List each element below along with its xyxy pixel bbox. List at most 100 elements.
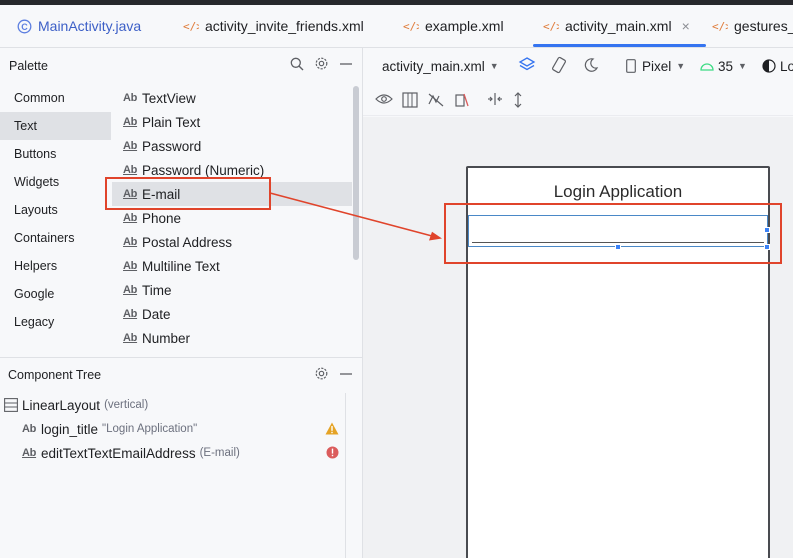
text-widget-icon: Ab — [123, 92, 138, 104]
palette-item-multiline-text[interactable]: Ab Multiline Text — [112, 254, 352, 278]
device-selector[interactable]: Pixel ▼ — [626, 48, 685, 84]
palette-item-label: Date — [142, 306, 171, 322]
category-helpers[interactable]: Helpers — [0, 252, 111, 280]
edit-text-icon: Ab — [123, 116, 138, 128]
xml-file-icon: </> — [403, 18, 419, 34]
palette-title: Palette — [9, 59, 48, 73]
category-buttons[interactable]: Buttons — [0, 140, 111, 168]
file-selector-label: activity_main.xml — [382, 58, 485, 74]
palette-item-label: Password (Numeric) — [142, 162, 265, 178]
xml-file-icon: </> — [543, 18, 559, 34]
tree-node-detail: "Login Application" — [102, 423, 198, 435]
tab-example[interactable]: </> example.xml — [403, 5, 504, 47]
edit-text-icon: Ab — [123, 332, 138, 344]
orientation-button[interactable] — [550, 48, 568, 84]
palette-item-date[interactable]: Ab Date — [112, 302, 352, 326]
chevron-down-icon: ▼ — [738, 61, 747, 71]
tree-node-detail: (vertical) — [104, 399, 149, 411]
eye-icon[interactable] — [375, 92, 393, 109]
tab-main-activity[interactable]: C MainActivity.java — [16, 5, 141, 47]
tree-node-detail: (E-mail) — [199, 447, 240, 459]
tree-node-linearlayout[interactable]: LinearLayout (vertical) — [0, 393, 345, 417]
tab-activity-main[interactable]: </> activity_main.xml × — [533, 5, 706, 47]
tab-label: activity_invite_friends.xml — [205, 18, 364, 34]
locale-selector[interactable]: Lo — [762, 48, 793, 84]
palette-item-label: Password — [142, 138, 202, 154]
palette-item-time[interactable]: Ab Time — [112, 278, 352, 302]
palette-item-textview[interactable]: Ab TextView — [112, 86, 352, 110]
tab-label: gestures_ — [734, 18, 793, 34]
palette-scrollbar[interactable] — [353, 86, 359, 260]
tree-node-label: editTextTextEmailAddress — [41, 445, 196, 461]
error-icon[interactable] — [326, 446, 339, 462]
preview-login-title[interactable]: Login Application — [468, 182, 768, 202]
blueprint-icon[interactable] — [402, 92, 418, 111]
tree-node-edit-text-email[interactable]: Ab editTextTextEmailAddress (E-mail) — [0, 441, 345, 465]
highlight-box-email-item — [105, 177, 271, 210]
text-widget-icon: Ab — [22, 423, 37, 435]
autoconnect-icon[interactable] — [454, 92, 470, 111]
svg-text:</>: </> — [403, 20, 419, 33]
palette-item-number[interactable]: Ab Number — [112, 326, 352, 350]
minimize-icon[interactable] — [339, 367, 353, 384]
gear-icon[interactable] — [314, 56, 329, 74]
design-toolbar: activity_main.xml ▼ Pixel ▼ 35 ▼ Lo — [363, 48, 793, 84]
night-mode-button[interactable] — [583, 48, 599, 84]
palette-item-label: Phone — [142, 210, 182, 226]
palette-item-label: Multiline Text — [142, 258, 220, 274]
chevron-down-icon: ▼ — [676, 61, 686, 71]
palette-header: Palette — [0, 48, 363, 84]
minimize-icon[interactable] — [339, 57, 353, 74]
design-secondary-toolbar — [363, 84, 793, 116]
category-common[interactable]: Common — [0, 84, 111, 112]
palette-item-label: Postal Address — [142, 234, 233, 250]
vertical-resize-icon[interactable] — [513, 92, 523, 111]
svg-text:C: C — [21, 21, 28, 31]
edit-text-icon: Ab — [123, 284, 138, 296]
java-class-icon: C — [16, 18, 32, 34]
xml-file-icon: </> — [712, 18, 728, 34]
edit-text-icon: Ab — [123, 308, 138, 320]
category-containers[interactable]: Containers — [0, 224, 111, 252]
tab-label: MainActivity.java — [38, 18, 142, 34]
edit-text-icon: Ab — [22, 447, 37, 459]
device-label: Pixel — [642, 58, 672, 74]
edit-text-icon: Ab — [123, 260, 138, 272]
file-selector[interactable]: activity_main.xml ▼ — [382, 48, 499, 84]
design-mode-button[interactable] — [518, 48, 536, 84]
android-icon — [700, 61, 714, 71]
constraints-off-icon[interactable] — [427, 92, 445, 111]
palette-categories: Common Text Buttons Widgets Layouts Cont… — [0, 84, 111, 355]
edit-text-icon: Ab — [123, 164, 138, 176]
search-icon[interactable] — [290, 57, 304, 74]
palette-item-label: TextView — [142, 90, 196, 106]
category-google[interactable]: Google — [0, 280, 111, 308]
component-tree: LinearLayout (vertical) Ab login_title "… — [0, 393, 345, 465]
moon-icon — [583, 57, 599, 76]
close-icon[interactable]: × — [682, 18, 690, 34]
svg-text:</>: </> — [543, 20, 559, 33]
api-level-selector[interactable]: 35 ▼ — [700, 48, 747, 84]
category-legacy[interactable]: Legacy — [0, 308, 111, 336]
palette-item-password[interactable]: Ab Password — [112, 134, 352, 158]
palette-item-label: Number — [142, 330, 191, 346]
svg-text:</>: </> — [183, 20, 199, 33]
palette-item-plain-text[interactable]: Ab Plain Text — [112, 110, 352, 134]
palette-item-postal-address[interactable]: Ab Postal Address — [112, 230, 352, 254]
xml-file-icon: </> — [183, 18, 199, 34]
editor-tab-bar: C MainActivity.java </> activity_invite_… — [0, 5, 793, 48]
gear-icon[interactable] — [314, 366, 329, 384]
category-layouts[interactable]: Layouts — [0, 196, 111, 224]
pack-horizontal-icon[interactable] — [486, 92, 504, 109]
category-text[interactable]: Text — [0, 112, 111, 140]
tab-label: example.xml — [425, 18, 504, 34]
tab-activity-invite-friends[interactable]: </> activity_invite_friends.xml — [183, 5, 364, 47]
tree-node-login-title[interactable]: Ab login_title "Login Application" — [0, 417, 345, 441]
category-widgets[interactable]: Widgets — [0, 168, 111, 196]
tab-gestures[interactable]: </> gestures_ — [712, 5, 793, 47]
locale-label: Lo — [780, 58, 793, 74]
palette-items: Ab TextView Ab Plain Text Ab Password Ab Pas… — [112, 86, 352, 354]
chevron-down-icon: ▼ — [489, 61, 499, 71]
warning-icon[interactable] — [325, 422, 339, 438]
component-tree-header: Component Tree — [0, 358, 363, 391]
